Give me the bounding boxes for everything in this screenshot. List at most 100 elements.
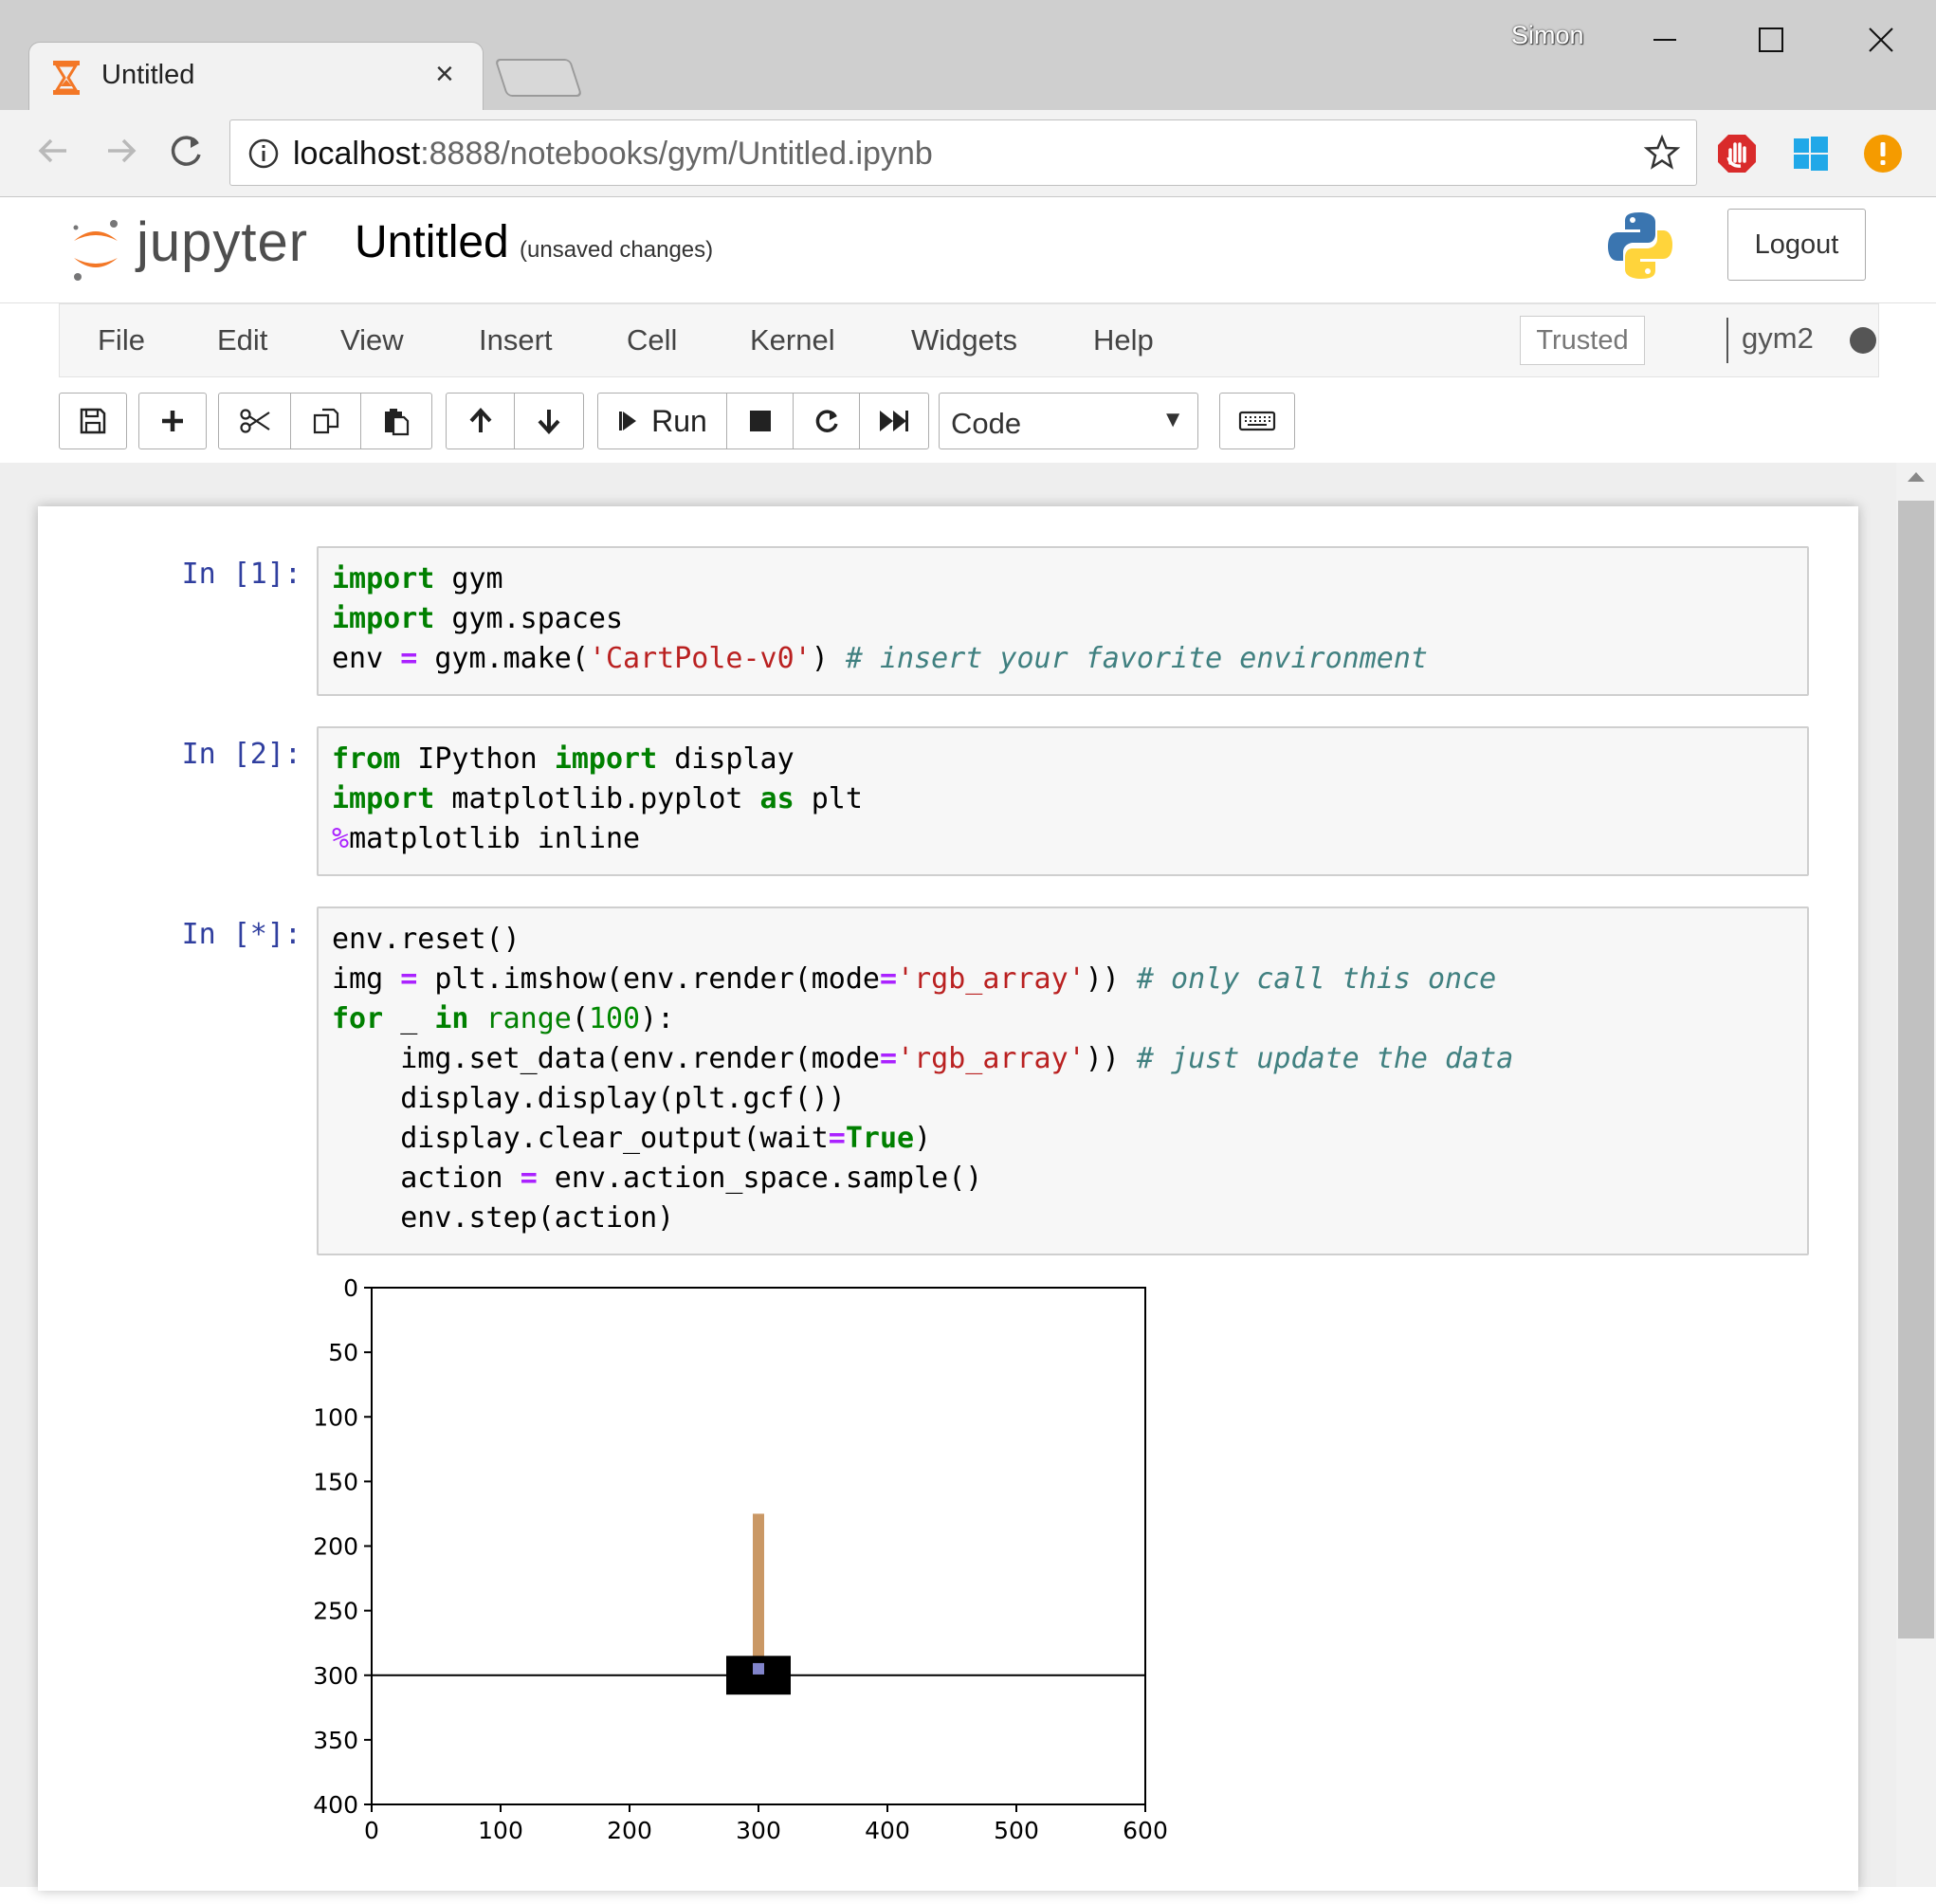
menu-file[interactable]: File (98, 323, 145, 357)
interrupt-button[interactable] (727, 394, 794, 449)
move-group (446, 393, 584, 449)
menu-kernel[interactable]: Kernel (750, 323, 835, 357)
page-scrollbar[interactable] (1896, 463, 1936, 1887)
notebook-site: In [1]: import gym import gym.spaces env… (0, 463, 1936, 1891)
input-prompt: In [2]: (181, 738, 301, 771)
notebook-container: In [1]: import gym import gym.spaces env… (38, 506, 1858, 1891)
arrow-up-icon (469, 408, 491, 432)
x-tick-label: 200 (607, 1817, 652, 1844)
back-arrow-icon[interactable] (32, 129, 76, 173)
new-tab-button[interactable] (494, 59, 583, 97)
info-icon[interactable] (247, 137, 280, 170)
command-palette-button[interactable] (1219, 393, 1295, 449)
python-logo-icon (1608, 212, 1672, 279)
x-tick-label: 300 (736, 1817, 781, 1844)
pole-axle (753, 1662, 764, 1675)
y-tick-label: 300 (313, 1662, 358, 1690)
stop-icon (749, 411, 771, 431)
keyboard-icon (1238, 411, 1276, 431)
jupyter-header: jupyter Untitled (unsaved changes) Logou… (0, 197, 1936, 303)
reload-icon[interactable] (165, 129, 209, 173)
kernel-name[interactable]: gym2 (1742, 321, 1814, 356)
restart-run-all-button[interactable] (860, 394, 928, 449)
y-tick-label: 150 (313, 1468, 358, 1495)
cart (726, 1656, 791, 1695)
cell-type-select[interactable]: Code ▼ (939, 393, 1198, 449)
pole (753, 1513, 764, 1669)
run-button[interactable]: Run (598, 394, 727, 449)
code-editor[interactable]: import gym import gym.spaces env = gym.m… (317, 546, 1809, 696)
plus-icon (162, 411, 183, 431)
menu-widgets[interactable]: Widgets (911, 323, 1017, 357)
warning-icon[interactable] (1862, 133, 1904, 174)
x-tick-label: 500 (994, 1817, 1039, 1844)
tab-title: Untitled (101, 60, 195, 90)
bookmark-star-icon[interactable] (1643, 134, 1681, 172)
browser-toolbar: localhost:8888/notebooks/gym/Untitled.ip… (0, 110, 1936, 197)
scrollbar-thumb[interactable] (1898, 501, 1934, 1639)
y-tick-label: 50 (328, 1339, 358, 1366)
tab-close-icon[interactable]: × (435, 56, 454, 93)
code-editor[interactable]: from IPython import display import matpl… (317, 726, 1809, 876)
notebook-toolbar: Run Code ▼ (0, 377, 1936, 463)
kernel-busy-indicator (1850, 327, 1876, 354)
edit-group (218, 393, 432, 449)
save-button[interactable] (60, 394, 126, 449)
run-label: Run (651, 403, 707, 438)
menu-help[interactable]: Help (1093, 323, 1154, 357)
run-group: Run (597, 393, 929, 449)
scroll-up-arrow-icon[interactable] (1908, 472, 1925, 482)
close-window-icon[interactable] (1854, 15, 1908, 64)
restart-button[interactable] (794, 394, 860, 449)
fast-forward-icon (880, 411, 908, 431)
address-bar[interactable]: localhost:8888/notebooks/gym/Untitled.ip… (229, 119, 1697, 186)
window-titlebar: Untitled × Simon (0, 0, 1936, 112)
copy-icon (313, 408, 338, 434)
y-tick-label: 200 (313, 1533, 358, 1561)
menu-insert[interactable]: Insert (479, 323, 553, 357)
jupyter-logo-icon[interactable] (66, 216, 125, 283)
insert-group (138, 393, 207, 449)
forward-arrow-icon[interactable] (99, 129, 142, 173)
restart-icon (815, 410, 838, 432)
paste-icon (385, 409, 410, 436)
arrow-down-icon (538, 410, 560, 434)
menu-cell[interactable]: Cell (627, 323, 677, 357)
windows-logo-icon[interactable] (1790, 133, 1832, 174)
menu-view[interactable]: View (340, 323, 404, 357)
adblock-icon[interactable] (1716, 133, 1758, 174)
dropdown-caret-icon: ▼ (1161, 407, 1184, 432)
x-tick-label: 600 (1123, 1817, 1168, 1844)
maximize-icon[interactable] (1744, 15, 1798, 64)
cell-type-value: Code (951, 407, 1022, 440)
x-tick-label: 400 (865, 1817, 910, 1844)
menu-edit[interactable]: Edit (217, 323, 267, 357)
browser-tab[interactable]: Untitled × (28, 42, 484, 112)
copy-button[interactable] (291, 394, 361, 449)
cut-button[interactable] (219, 394, 291, 449)
save-status: (unsaved changes) (520, 237, 714, 263)
insert-cell-button[interactable] (139, 394, 206, 449)
y-tick-label: 250 (313, 1598, 358, 1625)
y-tick-label: 100 (313, 1403, 358, 1431)
notebook-name[interactable]: Untitled (355, 216, 509, 268)
jupyter-logo-text[interactable]: jupyter (137, 211, 308, 274)
move-up-button[interactable] (447, 394, 515, 449)
logout-button[interactable]: Logout (1727, 209, 1866, 281)
y-tick-label: 350 (313, 1727, 358, 1754)
input-prompt: In [*]: (181, 918, 301, 951)
kernel-divider (1726, 318, 1728, 363)
paste-button[interactable] (361, 394, 431, 449)
input-prompt: In [1]: (181, 558, 301, 591)
move-down-button[interactable] (515, 394, 583, 449)
minimize-icon[interactable] (1638, 15, 1691, 64)
trusted-indicator[interactable]: Trusted (1520, 316, 1645, 365)
save-icon (80, 408, 106, 434)
save-group (59, 393, 127, 449)
x-tick-label: 100 (478, 1817, 523, 1844)
y-tick-label: 0 (343, 1278, 358, 1302)
code-editor[interactable]: env.reset() img = plt.imshow(env.render(… (317, 906, 1809, 1255)
hourglass-icon (53, 61, 80, 95)
scissors-icon (239, 409, 270, 433)
output-plot: 0 100 200 300 400 500 600 0 50 100 150 200 250 300 350… (313, 1278, 1168, 1844)
